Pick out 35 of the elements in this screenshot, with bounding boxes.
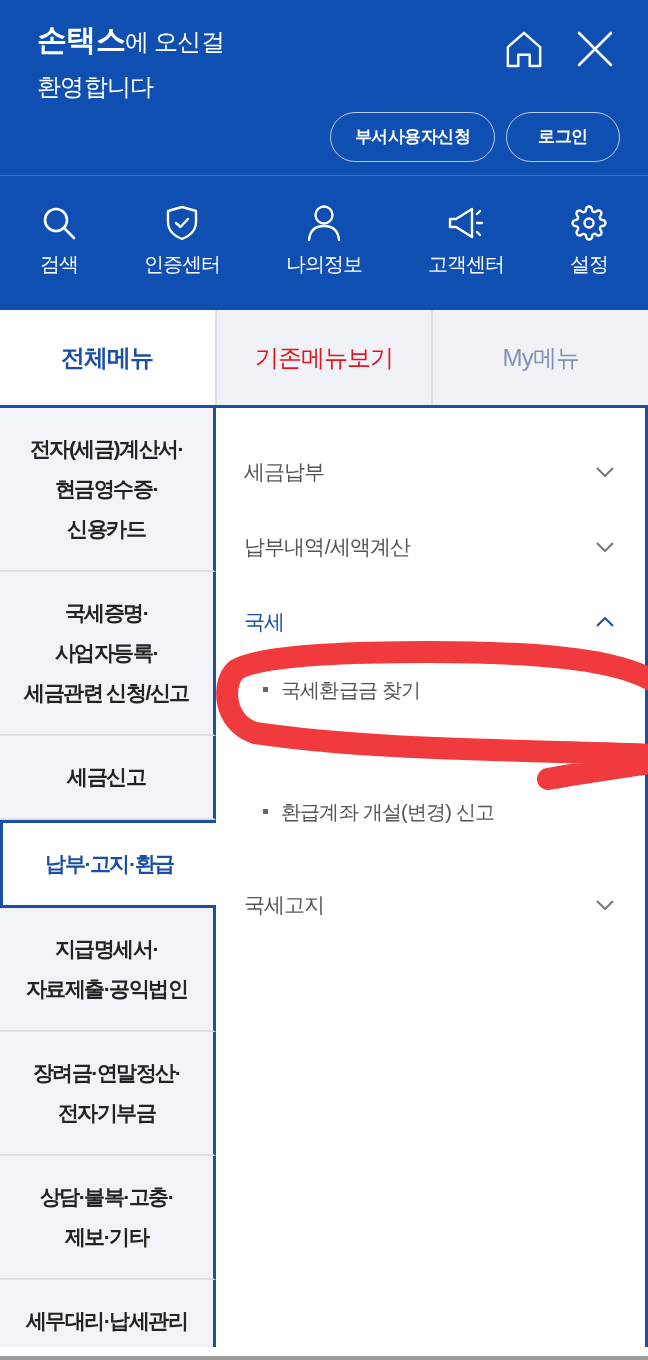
category-menu-item[interactable]: 세무대리·납세관리 xyxy=(0,1280,216,1347)
category-menu-item[interactable]: 납부·고지·환급 xyxy=(0,820,216,908)
category-menu-item[interactable]: 지급명세서· 자료제출·공익법인 xyxy=(0,908,216,1032)
category-menu-item[interactable]: 국세증명· 사업자등록· 세금관련 신청/신고 xyxy=(0,572,216,736)
bullet-icon xyxy=(263,809,268,814)
close-icon[interactable] xyxy=(577,31,613,67)
chevron-down-icon xyxy=(596,899,614,910)
chevron-up-icon xyxy=(596,616,614,627)
home-icon[interactable] xyxy=(505,30,543,68)
menu-tab[interactable]: 기존메뉴보기 xyxy=(214,310,432,405)
quick-menu-button[interactable]: 검색 xyxy=(40,176,79,310)
search-icon xyxy=(41,205,78,241)
quick-menu-button[interactable]: 설정 xyxy=(569,176,608,310)
bullet-icon xyxy=(263,687,268,692)
header-button[interactable]: 로그인 xyxy=(506,112,620,162)
category-menu-item[interactable]: 상담·불복·고충· 제보·기타 xyxy=(0,1156,216,1280)
submenu-link[interactable]: 국세환급금 찾기 xyxy=(263,659,614,720)
megaphone-icon xyxy=(448,205,484,241)
quick-menu-button[interactable]: 나의정보 xyxy=(285,176,363,310)
person-icon xyxy=(306,205,342,241)
settings-icon xyxy=(570,205,607,241)
category-menu-item[interactable]: 장려금·연말정산· 전자기부금 xyxy=(0,1032,216,1156)
quick-menu-button[interactable]: 인증센터 xyxy=(143,176,221,310)
category-menu-item[interactable]: 세금신고 xyxy=(0,736,216,820)
submenu-item[interactable]: 납부내역/세액계산 xyxy=(244,509,614,584)
shield-check-icon xyxy=(164,205,200,241)
submenu-item[interactable]: 국세고지 xyxy=(244,867,614,942)
submenu-link[interactable]: 환급계좌 개설(변경) 신고 xyxy=(263,781,614,842)
category-menu-item[interactable]: 전자(세금)계산서· 현금영수증· 신용카드 xyxy=(0,408,216,572)
submenu-item[interactable]: 국세 xyxy=(244,584,614,659)
greeting-text: 손택스에 오신걸 환영합니다 xyxy=(37,22,224,102)
chevron-down-icon xyxy=(596,541,614,552)
submenu-item[interactable]: 세금납부 xyxy=(244,434,614,509)
quick-menu-button[interactable]: 고객센터 xyxy=(427,176,505,310)
chevron-down-icon xyxy=(596,466,614,477)
